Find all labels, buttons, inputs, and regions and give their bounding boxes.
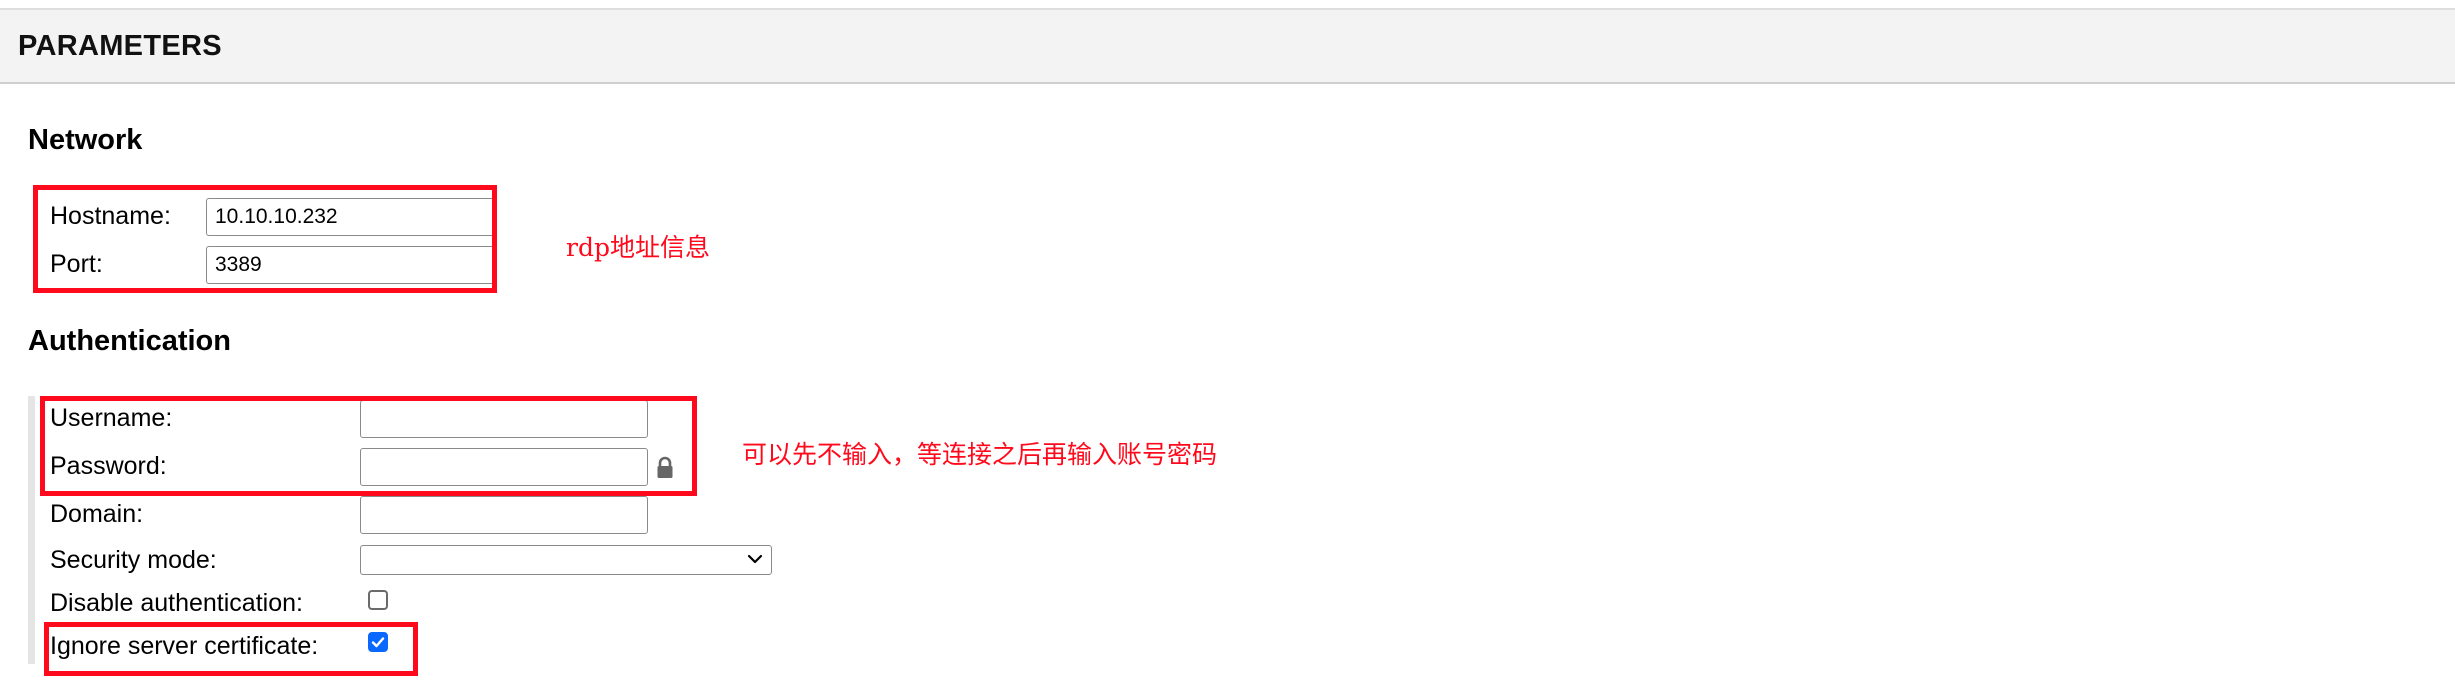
parameters-page: PARAMETERS Network Hostname: Port: Authe… (0, 0, 2455, 695)
authentication-heading: Authentication (28, 325, 231, 357)
domain-label: Domain: (50, 500, 144, 528)
credentials-annotation: 可以先不输入，等连接之后再输入账号密码 (742, 440, 1218, 469)
security-mode-select[interactable] (360, 545, 772, 575)
ignore-certificate-highlight-box (44, 622, 418, 676)
credentials-highlight-box (40, 396, 697, 496)
network-highlight-box (33, 185, 497, 293)
disable-authentication-checkbox[interactable] (368, 590, 388, 610)
domain-input[interactable] (360, 496, 648, 534)
section-indent-bar (28, 396, 35, 664)
network-annotation: rdp地址信息 (566, 233, 710, 262)
parameters-header: PARAMETERS (0, 8, 2455, 84)
network-heading: Network (28, 124, 143, 156)
disable-authentication-label: Disable authentication: (50, 589, 303, 617)
chevron-down-icon (747, 551, 763, 567)
security-mode-label: Security mode: (50, 546, 217, 574)
page-title: PARAMETERS (18, 30, 222, 62)
